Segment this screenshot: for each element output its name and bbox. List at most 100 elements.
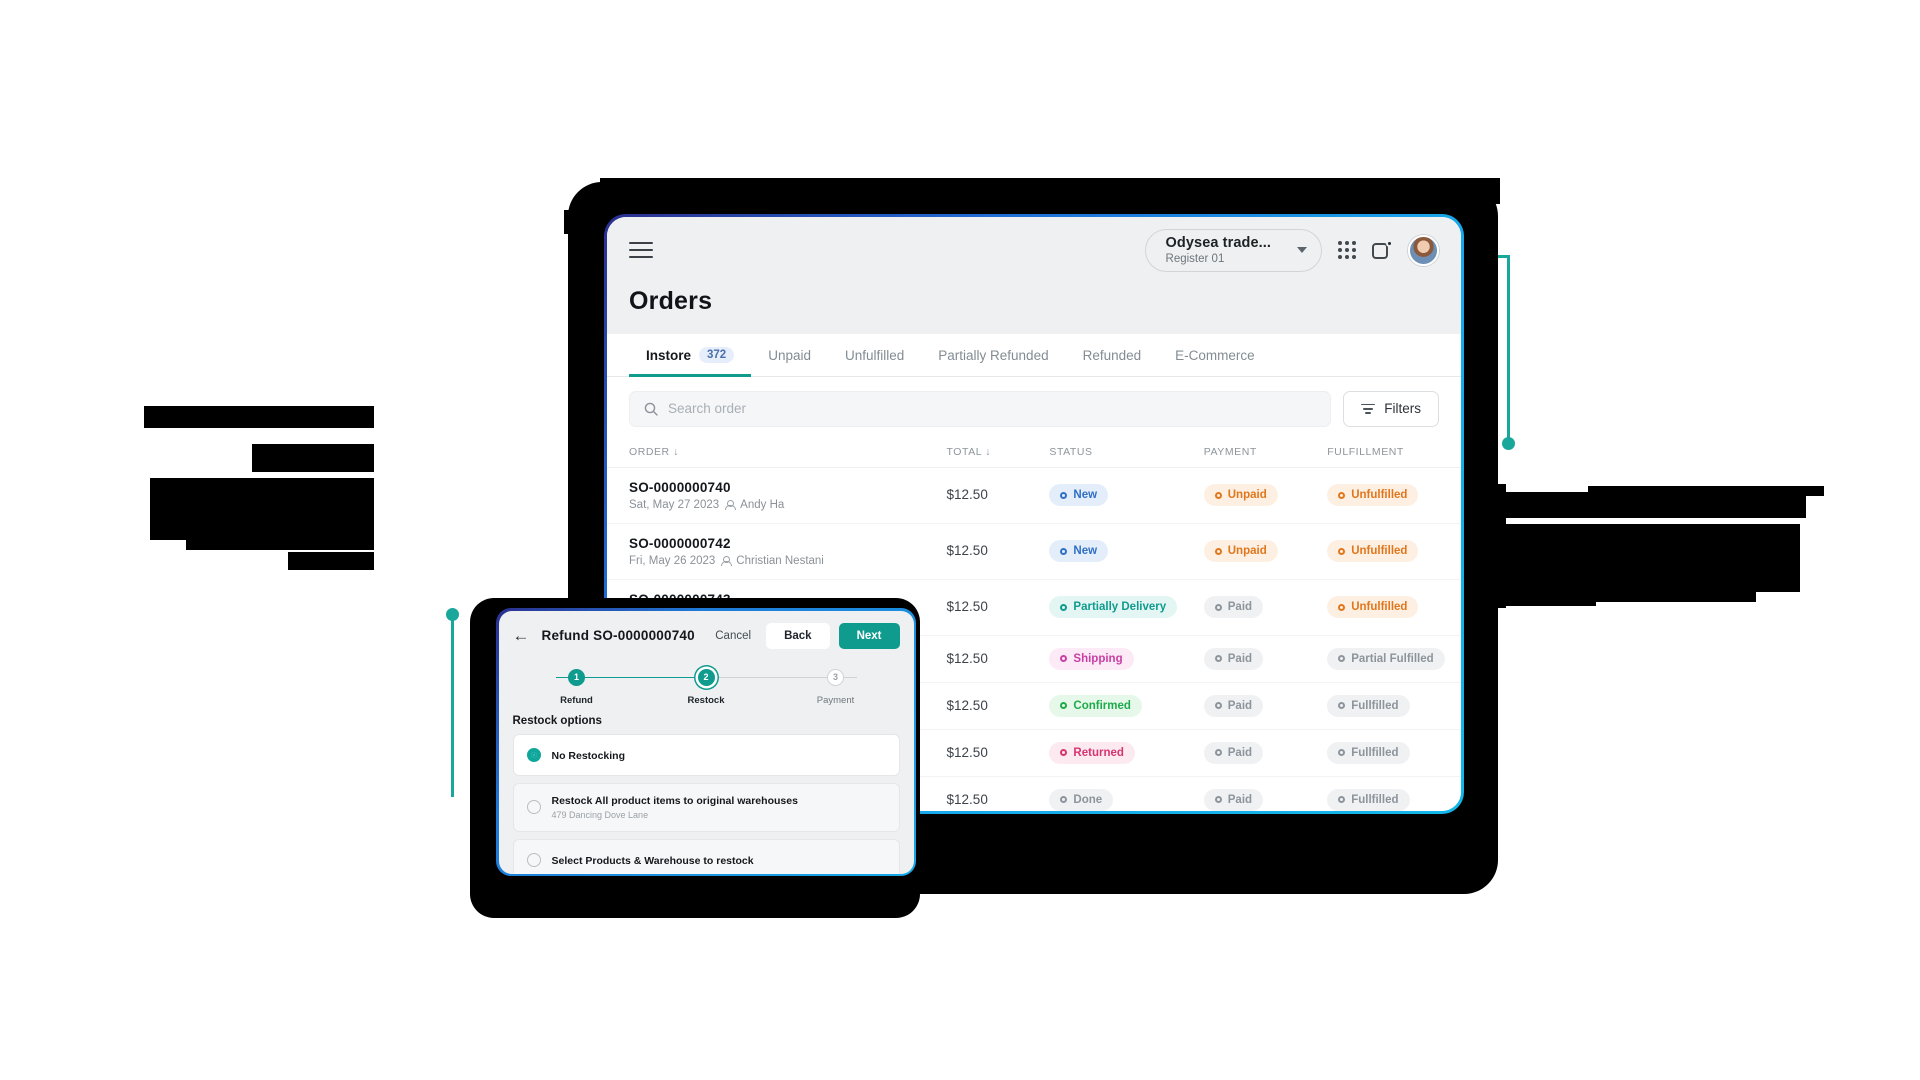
status-dot-icon [1215,548,1222,555]
annotation-dot-left [446,608,459,621]
status-dot-icon [1215,492,1222,499]
tab-e-commerce[interactable]: E-Commerce [1158,335,1272,377]
total-cell: $12.50 [947,635,1050,682]
tab-instore[interactable]: Instore 372 [629,334,751,377]
order-customer: Andy Ha [740,499,784,511]
next-button[interactable]: Next [839,623,900,649]
fulfillment-cell: Fullfilled [1327,776,1461,811]
status-cell: New [1049,467,1203,523]
tab-unfulfilled[interactable]: Unfulfilled [828,335,921,377]
col-payment: PAYMENT [1204,437,1327,468]
person-icon [725,500,734,510]
fulfillment-badge-label: Fullfilled [1351,794,1398,806]
order-meta: Fri, May 26 2023Christian Nestani [629,555,947,567]
redacted-block [288,552,374,570]
restock-option-select-products[interactable]: Select Products & Warehouse to restock [513,839,900,874]
status-dot-icon [1338,492,1345,499]
status-badge-label: Confirmed [1073,700,1131,712]
filter-icon [1361,401,1375,417]
restock-options-title: Restock options [499,707,914,734]
back-button[interactable]: Back [766,623,830,649]
arrow-left-icon[interactable]: ← [513,627,530,644]
col-fulfillment: FULFILLMENT [1327,437,1461,468]
refund-modal: ← Refund SO-0000000740 Cancel Back Next … [496,608,916,876]
status-badge-label: New [1073,545,1097,557]
payment-cell: Unpaid [1204,467,1327,523]
option-title: Restock All product items to original wa… [552,795,798,807]
radio-icon[interactable] [527,748,541,762]
table-row[interactable]: SO-0000000742 Fri, May 26 2023Christian N… [607,523,1461,579]
payment-badge: Paid [1204,695,1263,717]
order-id[interactable]: SO-0000000740 [629,480,947,495]
tab-refunded[interactable]: Refunded [1066,335,1159,377]
payment-badge-label: Paid [1228,653,1252,665]
table-header: ORDER ↓ TOTAL ↓ STATUS PAYMENT FULFILLME… [607,437,1461,468]
step-number: 2 [698,669,715,686]
status-dot-icon [1060,796,1067,803]
status-cell: New [1049,523,1203,579]
step-refund[interactable]: 1 Refund [547,669,607,706]
status-dot-icon [1338,655,1345,662]
col-order[interactable]: ORDER ↓ [607,437,947,468]
payment-cell: Paid [1204,579,1327,635]
fulfillment-cell: Unfulfilled [1327,579,1461,635]
col-status: STATUS [1049,437,1203,468]
fulfillment-badge-label: Partial Fulfilled [1351,653,1433,665]
payment-badge: Unpaid [1204,540,1278,562]
chevron-down-icon [1297,247,1307,253]
annotation-line-right-vertical [1507,255,1510,445]
restock-option-all-products[interactable]: Restock All product items to original wa… [513,783,900,832]
store-selector[interactable]: Odysea trade... Register 01 [1145,229,1322,272]
step-restock[interactable]: 2 Restock [676,669,736,706]
apps-grid-icon[interactable] [1338,241,1356,259]
tab-partially-refunded[interactable]: Partially Refunded [921,335,1065,377]
fulfillment-cell: Unfulfilled [1327,467,1461,523]
status-badge: Returned [1049,742,1134,764]
order-id[interactable]: SO-0000000742 [629,536,947,551]
refund-stepper: 1 Refund 2 Restock 3 Payment [547,669,866,707]
fulfillment-badge-label: Unfulfilled [1351,601,1407,613]
restock-option-no-restocking[interactable]: No Restocking [513,734,900,776]
option-subtitle: 479 Dancing Dove Lane [552,810,798,820]
payment-badge-label: Paid [1228,794,1252,806]
status-dot-icon [1215,749,1222,756]
notification-icon[interactable] [1372,240,1392,260]
fulfillment-cell: Partial Fulfilled [1327,635,1461,682]
tab-label: Instore [646,348,691,363]
total-cell: $12.50 [947,682,1050,729]
fulfillment-badge: Unfulfilled [1327,484,1418,506]
status-dot-icon [1060,749,1067,756]
search-input[interactable]: Search order [629,391,1331,427]
order-cell: SO-0000000740Sat, May 27 2023Andy Ha [607,467,947,523]
filters-button[interactable]: Filters [1343,391,1439,427]
step-number: 1 [568,669,585,686]
status-dot-icon [1215,702,1222,709]
radio-icon[interactable] [527,853,541,867]
col-total[interactable]: TOTAL ↓ [947,437,1050,468]
status-badge-label: Shipping [1073,653,1122,665]
status-badge-label: Partially Delivery [1073,601,1166,613]
step-payment[interactable]: 3 Payment [806,669,866,706]
cancel-button[interactable]: Cancel [709,630,757,642]
fulfillment-badge-label: Unfulfilled [1351,489,1407,501]
payment-cell: Paid [1204,635,1327,682]
order-total: $12.50 [947,599,988,614]
hamburger-icon[interactable] [629,237,653,263]
order-date: Fri, May 26 2023 [629,555,715,567]
store-name: Odysea trade... [1166,235,1271,251]
annotation-line-left-vertical [451,612,454,797]
register-label: Register 01 [1166,253,1271,265]
user-avatar[interactable] [1408,235,1439,266]
payment-badge: Paid [1204,596,1263,618]
annotation-dot-right [1502,437,1515,450]
radio-icon[interactable] [527,800,541,814]
status-dot-icon [1338,548,1345,555]
payment-badge-label: Paid [1228,747,1252,759]
redacted-block [1588,486,1824,496]
search-icon [644,402,658,416]
modal-title: Refund SO-0000000740 [542,628,695,643]
order-total: $12.50 [947,651,988,666]
table-row[interactable]: SO-0000000740Sat, May 27 2023Andy Ha$12.… [607,467,1461,523]
tab-unpaid[interactable]: Unpaid [751,335,828,377]
redacted-block [186,512,374,550]
